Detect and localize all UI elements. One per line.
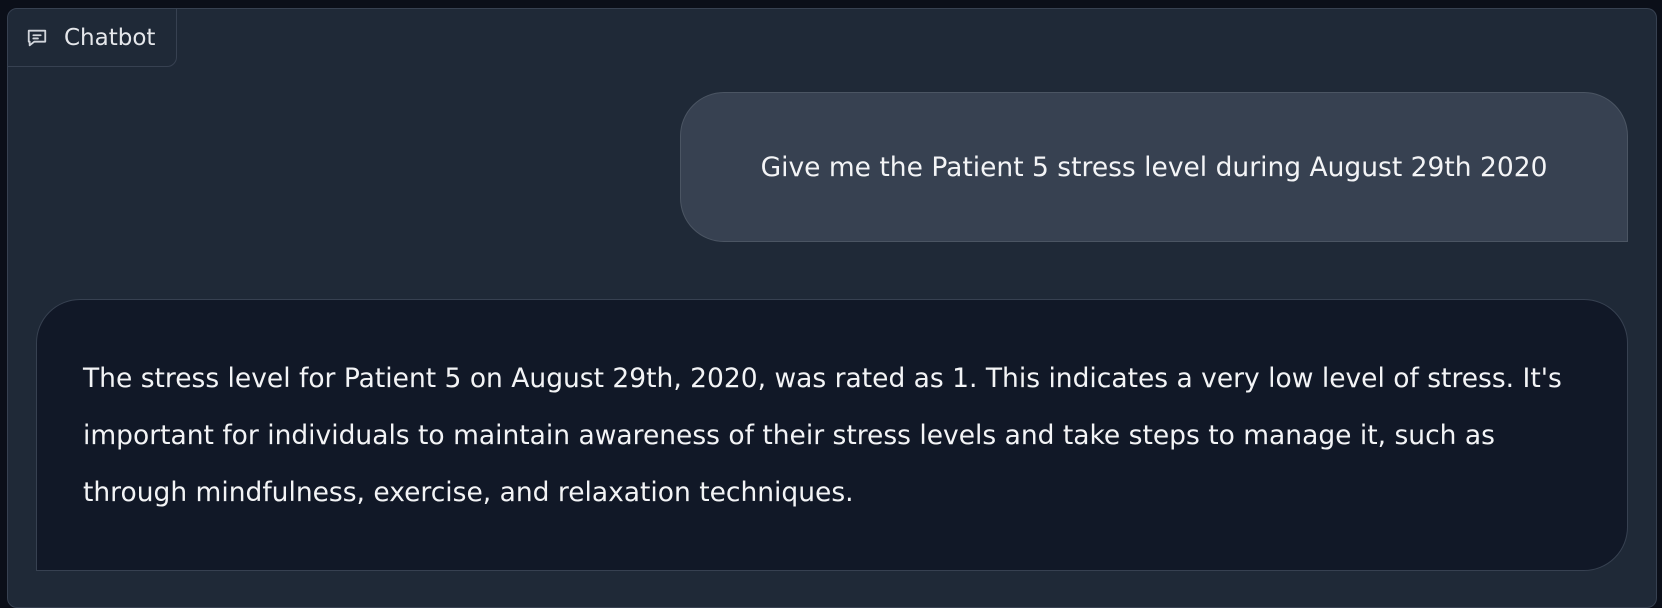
chatbot-panel: Chatbot Give me the Patient 5 stress lev… — [7, 8, 1657, 608]
user-message-text: Give me the Patient 5 stress level durin… — [760, 151, 1548, 183]
chatbot-label-text: Chatbot — [64, 24, 156, 51]
user-message: Give me the Patient 5 stress level durin… — [680, 92, 1628, 242]
chat-bubble-icon — [26, 27, 48, 49]
chatbot-label: Chatbot — [8, 9, 177, 67]
bot-message: The stress level for Patient 5 on August… — [36, 299, 1628, 571]
bot-message-text: The stress level for Patient 5 on August… — [83, 363, 1562, 508]
